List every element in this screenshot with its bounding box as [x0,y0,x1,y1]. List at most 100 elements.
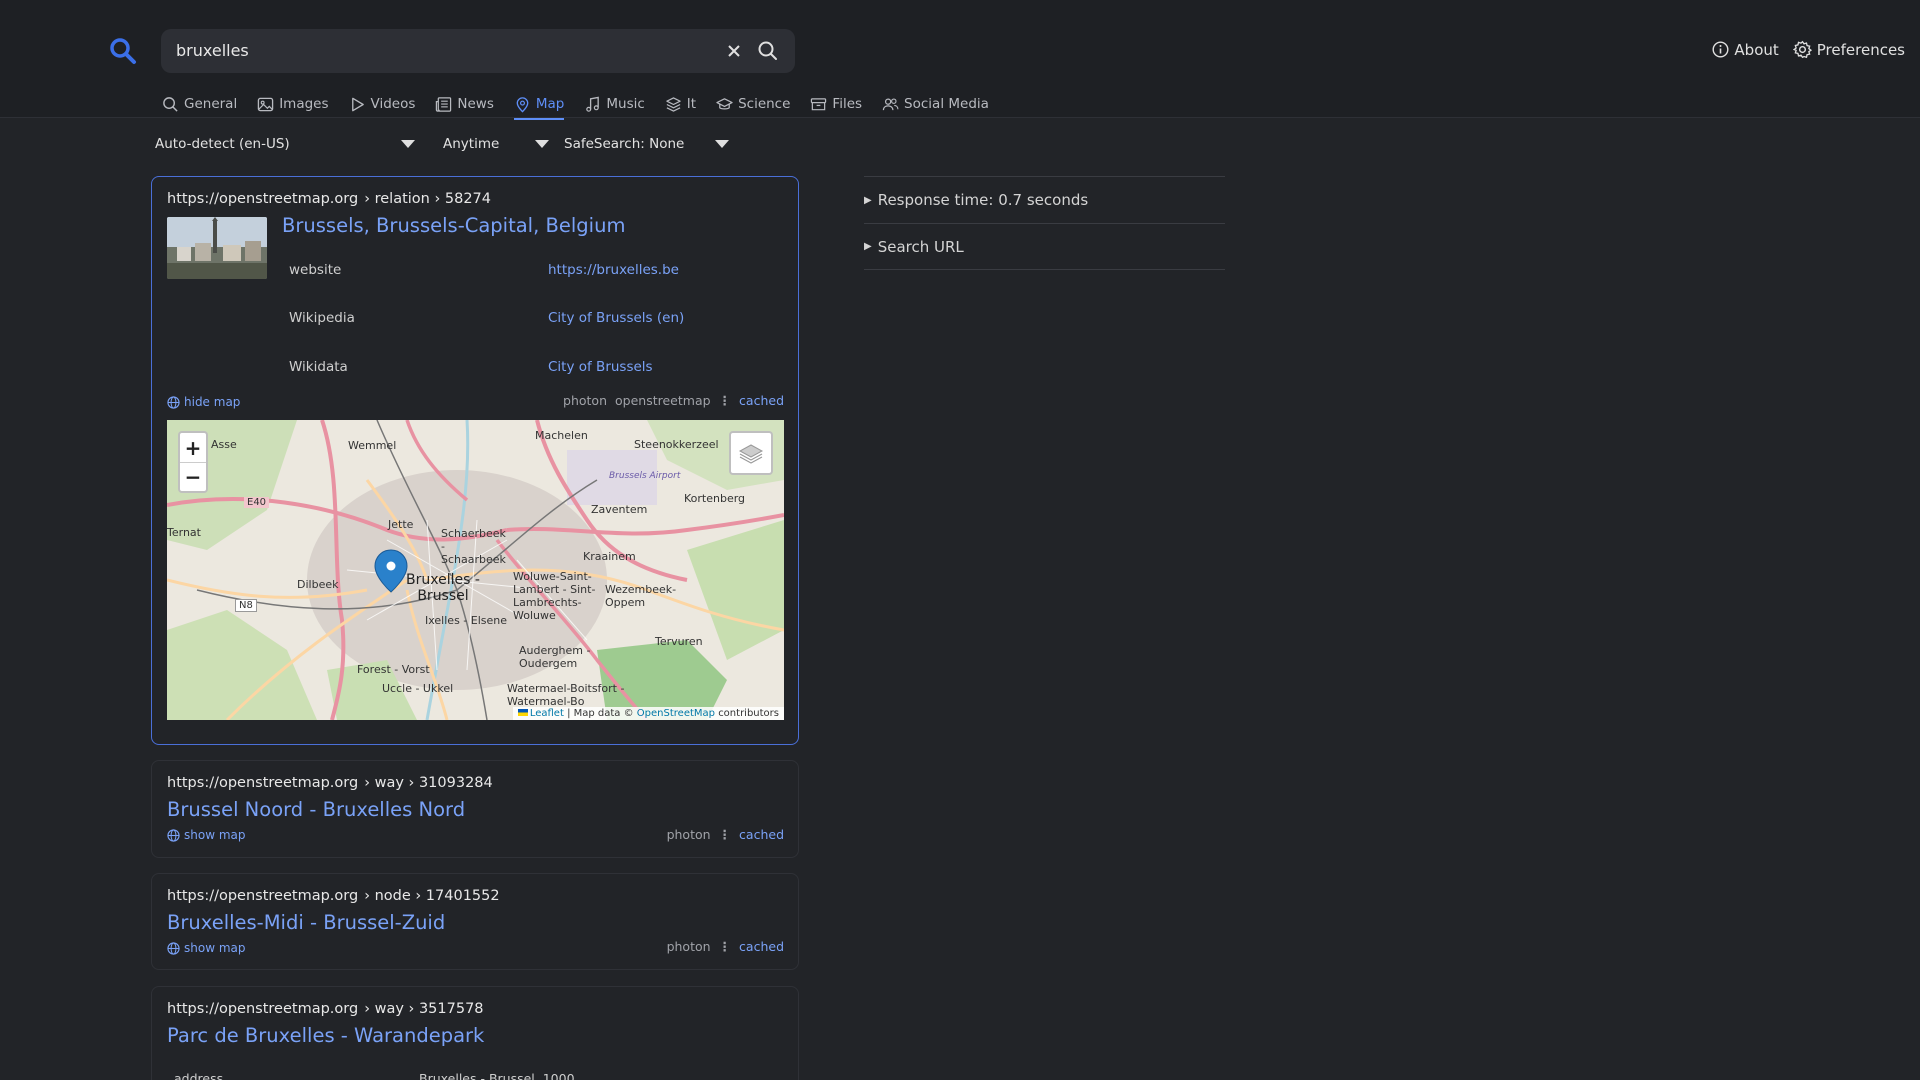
zoom-out-button[interactable]: − [180,462,206,491]
map-label: Auderghem - Oudergem [519,644,591,670]
result-url[interactable]: https://openstreetmap.org › node › 174015… [167,888,500,904]
map-view[interactable]: Asse Wemmel Machelen Steenokkerzeel Brus… [167,420,784,720]
layers-button[interactable] [729,431,773,475]
time-range-select[interactable]: Anytime [443,134,553,154]
search-input[interactable]: bruxelles [176,41,249,60]
info-icon [1712,41,1729,58]
map-label: Wezembeek-Oppem [605,583,677,609]
field-value-link[interactable]: City of Brussels (en) [548,310,684,326]
tab-music[interactable]: Music [584,91,645,117]
more-icon: ⋮ [718,393,732,408]
map-label: Jette [388,518,414,531]
map-pin-icon [516,96,529,112]
safesearch-select[interactable]: SafeSearch: None [564,134,734,154]
newspaper-icon [436,96,452,112]
language-select[interactable]: Auto-detect (en-US) [155,134,417,154]
search-url-toggle[interactable]: ▶ Search URL [864,223,1225,270]
result-domain: https://openstreetmap.org [167,191,359,207]
preferences-link[interactable]: Preferences [1792,40,1905,59]
map-label: E40 [244,497,270,508]
tab-label: Music [606,96,645,112]
tab-files[interactable]: Files [810,91,862,117]
map-label: Kortenberg [684,492,746,505]
search-icon [163,96,178,112]
engine-label: openstreetmap [615,393,711,408]
cached-link[interactable]: cached [739,827,784,842]
show-map-link[interactable]: show map [167,941,246,955]
map-label: Dilbeek [297,578,339,591]
clear-icon[interactable] [723,40,745,62]
search-box: bruxelles [161,29,795,73]
map-label: Steenokkerzeel [634,438,719,451]
response-time-toggle[interactable]: ▶ Response time: 0.7 seconds [864,176,1225,223]
tab-general[interactable]: General [162,91,237,117]
field-value-link[interactable]: https://bruxelles.be [548,262,679,278]
result-title[interactable]: Bruxelles-Midi - Brussel-Zuid [167,911,445,934]
searxng-logo-icon[interactable] [109,37,137,65]
result-card: https://openstreetmap.org › way › 3517578… [151,986,799,1080]
result-thumbnail[interactable] [167,217,267,279]
tab-map[interactable]: Map [513,91,564,120]
map-label: Ternat [167,526,201,539]
field-value-link[interactable]: City of Brussels [548,359,653,375]
layers-icon [666,96,681,112]
chevron-down-icon [535,140,549,148]
map-toggle-label: hide map [184,395,241,409]
engine-label: photon [563,393,608,408]
result-engines: photon ⋮ cached [667,827,784,842]
result-url[interactable]: https://openstreetmap.org › way › 3517578 [167,1001,484,1017]
map-toggle-label: show map [184,941,246,955]
hide-map-link[interactable]: hide map [167,395,240,409]
tab-news[interactable]: News [435,91,494,117]
map-label: Woluwe-Saint-Lambert - Sint-Lambrechts-W… [513,570,596,622]
search-submit-icon[interactable] [756,39,780,63]
map-label: N8 [235,599,257,612]
map-label: Uccle - Ukkel [382,682,454,695]
tab-label: News [457,96,494,112]
map-label: Wemmel [348,439,397,452]
zoom-in-button[interactable]: + [180,433,206,462]
tab-label: Files [832,96,863,112]
map-label: Schaerbeek - Schaarbeek [441,527,506,566]
tab-label: Social Media [904,96,989,112]
chevron-down-icon [401,140,415,148]
map-label: Tervuren [655,635,703,648]
field-key: Wikipedia [289,310,355,326]
show-map-link[interactable]: show map [167,828,246,842]
graduation-cap-icon [716,97,733,109]
result-title[interactable]: Parc de Bruxelles - Warandepark [167,1024,484,1047]
openstreetmap-link[interactable]: OpenStreetMap [637,708,715,719]
response-time-label: Response time: 0.7 seconds [877,191,1089,209]
map-label: Forest - Vorst [357,663,430,676]
result-title[interactable]: Brussels, Brussels-Capital, Belgium [282,214,625,237]
result-url[interactable]: https://openstreetmap.org › way › 3109328… [167,775,493,791]
header: bruxelles About Preferences General Imag… [0,0,1920,120]
result-url[interactable]: https://openstreetmap.org › relation › 58… [167,191,491,207]
tab-label: Science [738,96,791,112]
leaflet-link[interactable]: Leaflet [530,708,564,719]
tab-science[interactable]: Science [716,91,790,117]
attribution-text: | Map data © [567,708,634,719]
tab-label: Images [279,96,329,112]
result-card: https://openstreetmap.org › relation › 58… [151,176,799,745]
time-range-value: Anytime [443,136,500,152]
about-link[interactable]: About [1712,40,1779,59]
tab-it[interactable]: It [665,91,696,117]
field-key: website [289,262,342,278]
tab-videos[interactable]: Videos [349,91,415,117]
map-toggle-label: show map [184,828,246,842]
image-icon [257,97,274,111]
tab-images[interactable]: Images [257,91,329,117]
chevron-down-icon [715,140,729,148]
result-domain: https://openstreetmap.org [167,1001,359,1017]
map-tiles [167,420,784,720]
map-label: Bruxelles - Brussel [406,572,480,604]
cached-link[interactable]: cached [739,939,784,954]
result-title[interactable]: Brussel Noord - Bruxelles Nord [167,798,465,821]
result-domain: https://openstreetmap.org [167,888,359,904]
cached-link[interactable]: cached [739,393,784,408]
more-icon: ⋮ [718,827,732,842]
tab-social-media[interactable]: Social Media [882,91,989,117]
city-skyline-image [167,217,267,279]
globe-icon [167,828,180,842]
